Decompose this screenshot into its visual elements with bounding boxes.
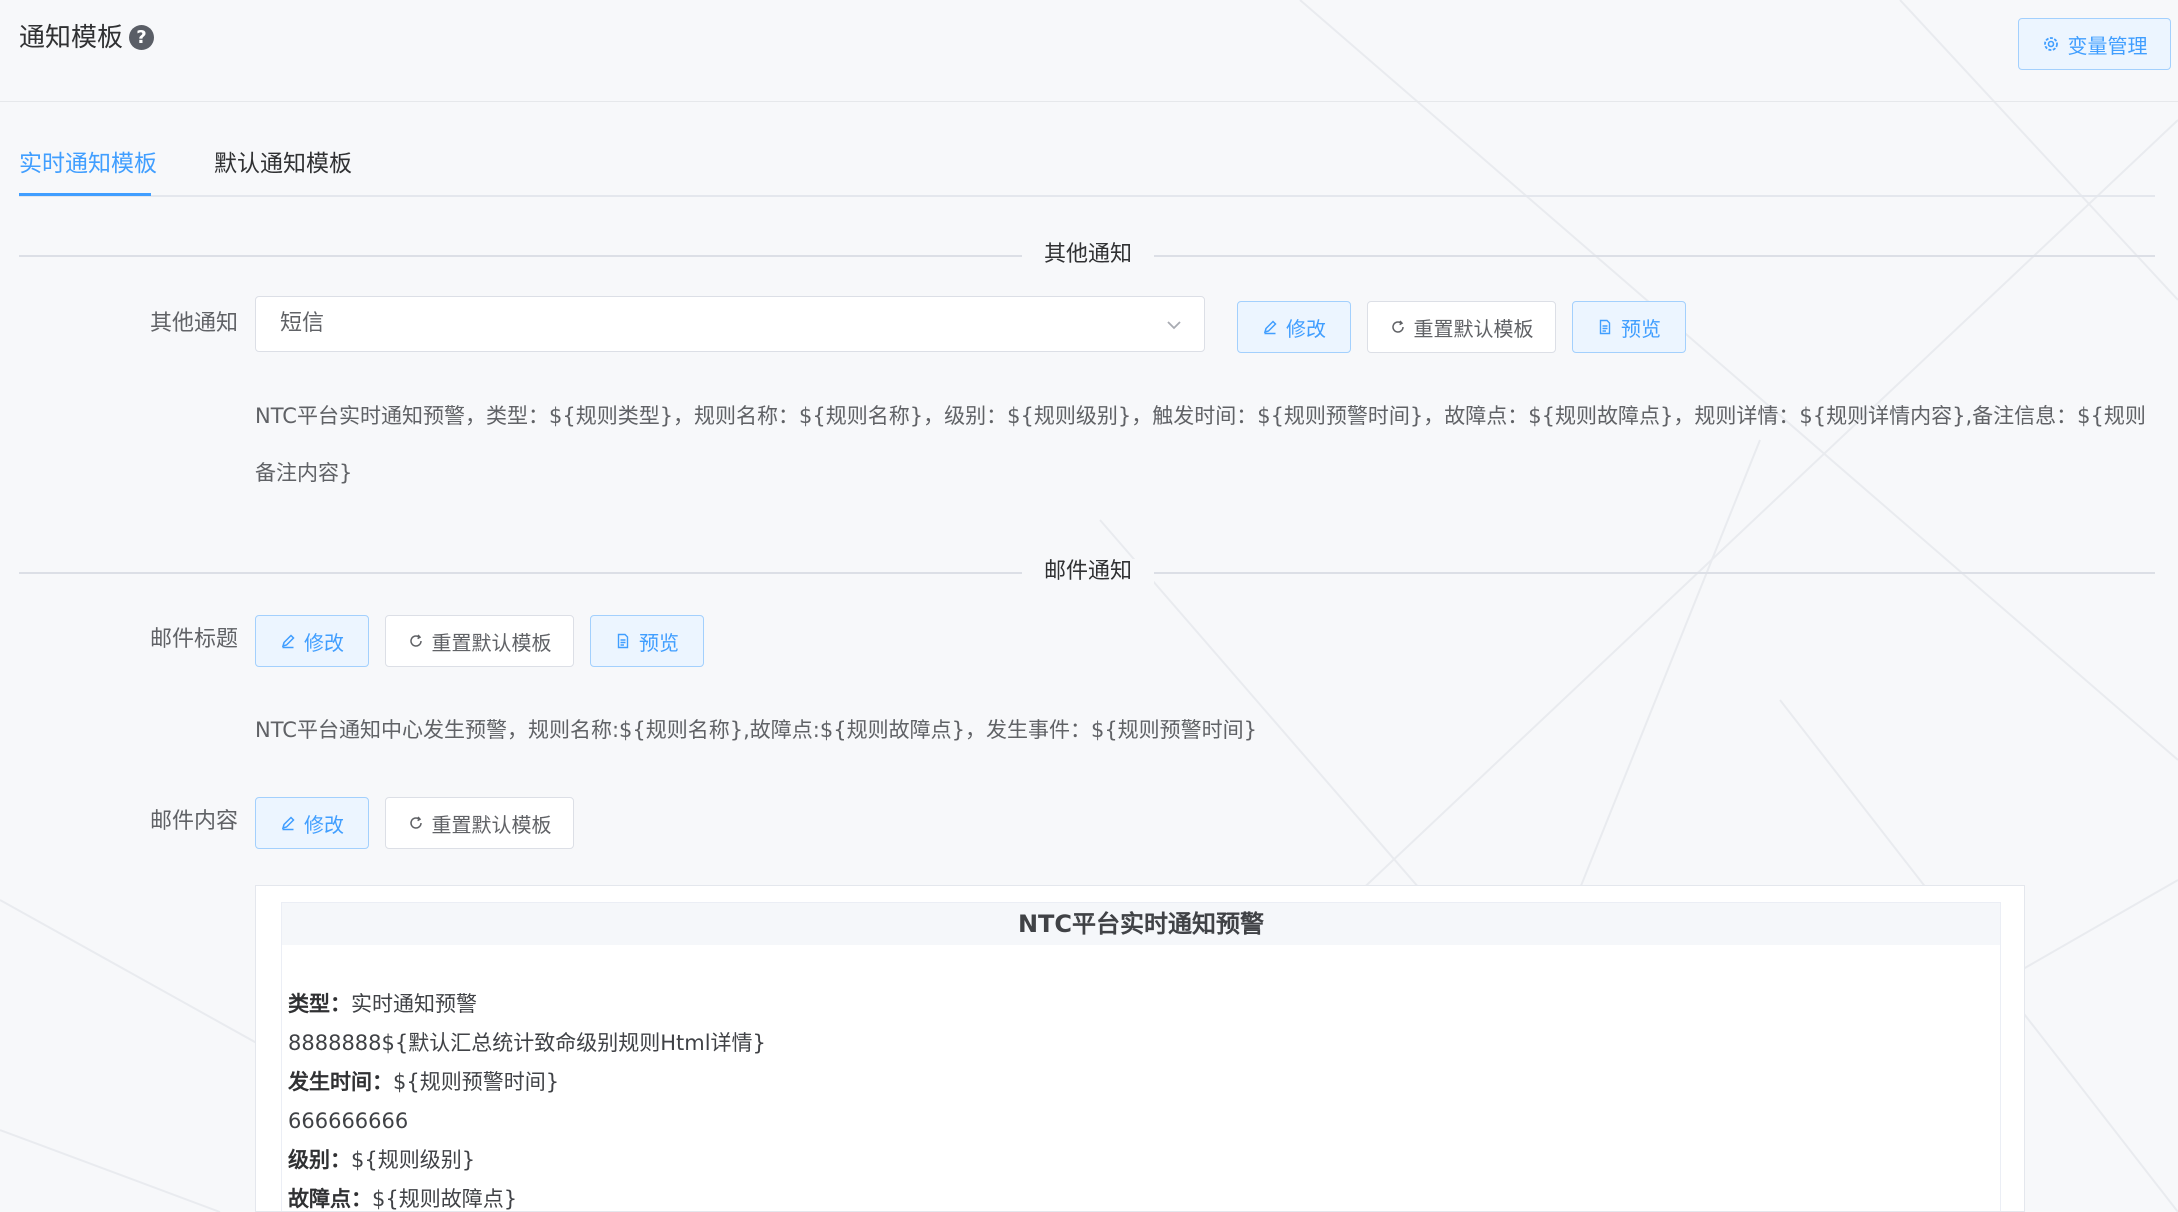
tab-default-template[interactable]: 默认通知模板 xyxy=(214,148,352,180)
other-reset-button[interactable]: 重置默认模板 xyxy=(1367,301,1556,353)
mail-content-preview: NTC平台实时通知预警 类型：实时通知预警 8888888${默认汇总统计致命级… xyxy=(255,885,2025,1212)
page-title: 通知模板 xyxy=(19,23,124,53)
chevron-down-icon xyxy=(1167,321,1181,330)
mail-subject-label: 邮件标题 xyxy=(149,627,238,652)
mail-line-key: 故障点： xyxy=(288,1187,372,1211)
other-preview-button[interactable]: 预览 xyxy=(1572,301,1686,353)
refresh-icon xyxy=(409,816,422,829)
mail-line-value: ${规则故障点} xyxy=(372,1187,518,1211)
mail-content-lines: 类型：实时通知预警 8888888${默认汇总统计致命级别规则Html详情} 发… xyxy=(282,985,2000,1211)
page-header: 通知模板 ? 变量管理 xyxy=(0,0,2178,102)
edit-label: 修改 xyxy=(304,630,344,655)
mail-line-key: 级别： xyxy=(288,1148,351,1172)
edit-icon xyxy=(281,816,295,831)
mail-line: 类型：实时通知预警 xyxy=(282,985,2000,1024)
edit-icon xyxy=(281,634,295,649)
mail-line-value: 实时通知预警 xyxy=(351,992,477,1016)
template-tabs: 实时通知模板 默认通知模板 xyxy=(19,140,2155,197)
content-edit-button[interactable]: 修改 xyxy=(255,797,369,849)
refresh-icon xyxy=(409,634,422,647)
select-value: 短信 xyxy=(280,311,325,336)
edit-label: 修改 xyxy=(1286,316,1326,341)
subject-reset-button[interactable]: 重置默认模板 xyxy=(385,615,574,667)
mail-line-value: ${规则预警时间} xyxy=(393,1070,560,1094)
mail-line: 发生时间：${规则预警时间} xyxy=(282,1063,2000,1102)
mail-line: 级别：${规则级别} xyxy=(282,1141,2000,1180)
gear-icon xyxy=(2043,37,2058,51)
reset-label: 重置默认模板 xyxy=(1413,316,1534,341)
mail-line: 8888888${默认汇总统计致命级别规则Html详情} xyxy=(282,1024,2000,1063)
mail-line-key: 发生时间： xyxy=(288,1070,393,1094)
other-notification-section-title: 其他通知 xyxy=(1013,240,1163,270)
mail-line-key: 类型： xyxy=(288,992,351,1016)
preview-label: 预览 xyxy=(1621,316,1661,341)
notification-channel-select[interactable]: 短信 xyxy=(255,296,1205,352)
subject-edit-button[interactable]: 修改 xyxy=(255,615,369,667)
variable-management-button[interactable]: 变量管理 xyxy=(2018,18,2171,70)
preview-label: 预览 xyxy=(639,630,679,655)
mail-line: 故障点：${规则故障点} xyxy=(282,1180,2000,1211)
mail-line-value: 8888888${默认汇总统计致命级别规则Html详情} xyxy=(288,1031,766,1055)
mail-content-heading: NTC平台实时通知预警 xyxy=(282,903,2000,945)
mail-line-value: ${规则级别} xyxy=(351,1148,476,1172)
reset-label: 重置默认模板 xyxy=(431,812,552,837)
variable-management-label: 变量管理 xyxy=(2067,33,2148,58)
content-reset-button[interactable]: 重置默认模板 xyxy=(385,797,574,849)
subject-preview-button[interactable]: 预览 xyxy=(590,615,704,667)
mail-content-label: 邮件内容 xyxy=(149,809,238,834)
other-notification-label: 其他通知 xyxy=(149,311,238,336)
mail-notification-section-title: 邮件通知 xyxy=(1013,557,1163,587)
document-icon xyxy=(617,633,629,649)
active-tab-indicator xyxy=(19,193,151,196)
refresh-icon xyxy=(1391,320,1404,333)
question-circle-icon[interactable]: ? xyxy=(129,25,154,50)
reset-label: 重置默认模板 xyxy=(431,630,552,655)
edit-icon xyxy=(1263,320,1277,335)
sms-template-text: NTC平台实时通知预警，类型：${规则类型}，规则名称：${规则名称}，级别：$… xyxy=(255,404,2146,485)
other-edit-button[interactable]: 修改 xyxy=(1237,301,1351,353)
document-icon xyxy=(1599,319,1611,335)
tab-realtime-template[interactable]: 实时通知模板 xyxy=(19,148,157,180)
mail-content-table: NTC平台实时通知预警 类型：实时通知预警 8888888${默认汇总统计致命级… xyxy=(281,902,2001,1211)
mail-line-value: 666666666 xyxy=(288,1109,409,1133)
mail-subject-text: NTC平台通知中心发生预警，规则名称:${规则名称},故障点:${规则故障点}，… xyxy=(255,718,1258,742)
mail-line: 666666666 xyxy=(282,1102,2000,1141)
edit-label: 修改 xyxy=(304,812,344,837)
